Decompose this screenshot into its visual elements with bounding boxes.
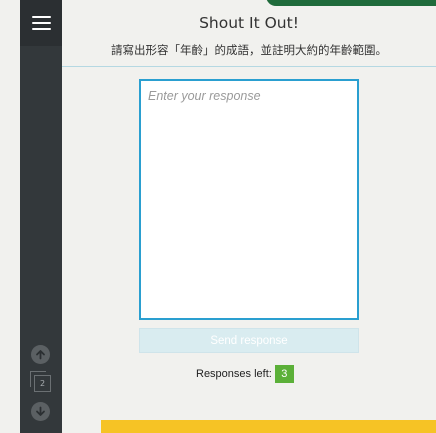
header-divider <box>62 66 436 67</box>
sidebar: 2 <box>20 0 62 433</box>
footer-bar <box>101 420 436 433</box>
slide-counter: 2 <box>30 371 52 393</box>
send-response-button[interactable]: Send response <box>139 328 359 353</box>
arrow-up-circle-icon[interactable] <box>31 345 50 364</box>
responses-left: Responses left: 3 <box>196 365 294 383</box>
sidebar-header <box>20 0 62 46</box>
slide-number: 2 <box>34 375 51 392</box>
response-placeholder: Enter your response <box>148 89 261 103</box>
page-title: Shout It Out! <box>199 14 299 32</box>
question-prompt: 請寫出形容「年齡」的成語，並註明大約的年齡範圍。 <box>111 43 387 57</box>
arrow-down-circle-icon[interactable] <box>31 402 50 421</box>
left-margin <box>0 0 20 433</box>
response-textarea[interactable]: Enter your response <box>139 79 359 320</box>
responses-left-label: Responses left: <box>196 368 272 380</box>
responses-left-count: 3 <box>274 365 294 383</box>
top-tab[interactable] <box>266 0 436 6</box>
hamburger-menu-icon[interactable] <box>32 16 51 30</box>
